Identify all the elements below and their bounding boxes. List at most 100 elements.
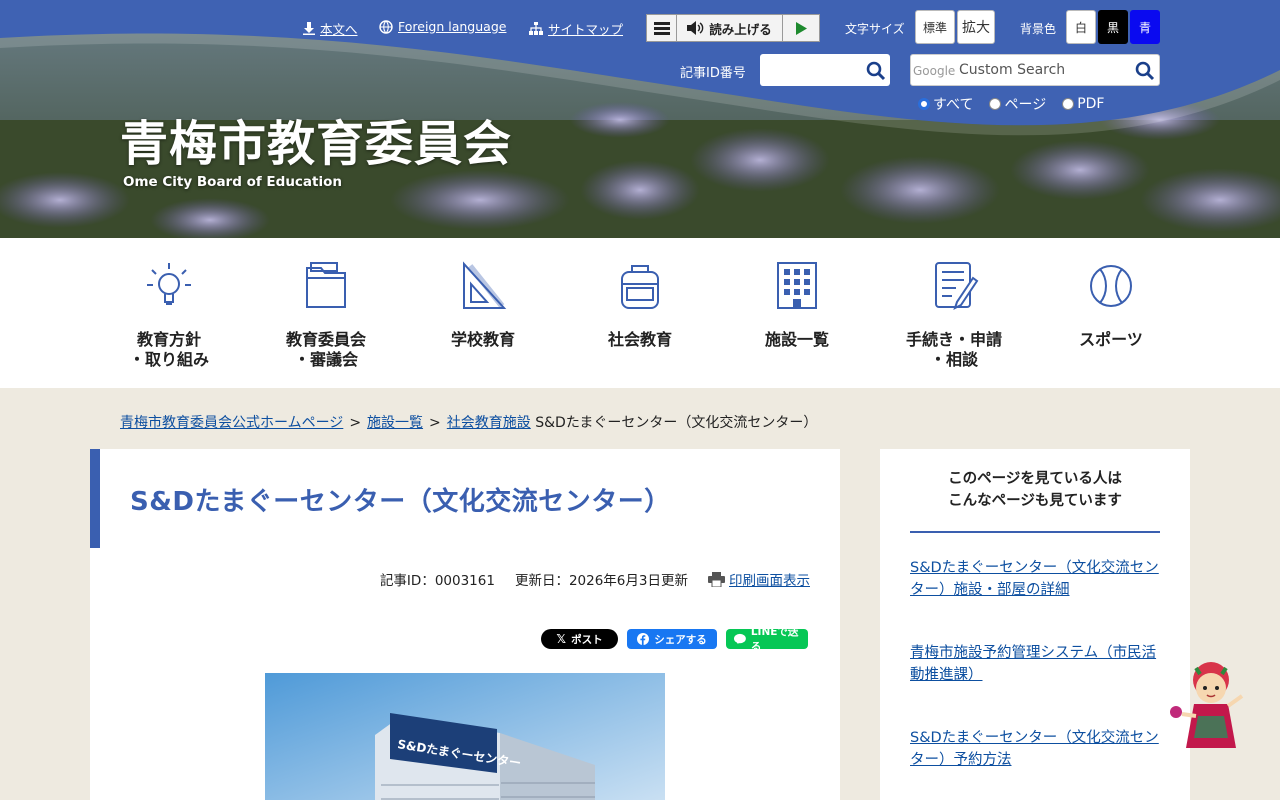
font-size-label: 文字サイズ — [845, 22, 905, 36]
related-pages-sidebar: このページを見ている人は こんなページも見ています S&Dたまぐーセンター（文化交… — [880, 449, 1190, 800]
line-share-label: LINEで送る — [750, 626, 799, 653]
mascot-character[interactable] — [1166, 660, 1252, 758]
related-link-facility-details[interactable]: S&Dたまぐーセンター（文化交流センター）施設・部屋の詳細 — [910, 557, 1160, 601]
nav-item-policy[interactable]: 教育方針 ・取り組み — [94, 260, 244, 370]
related-link-reservation-method[interactable]: S&Dたまぐーセンター（文化交流センター）予約方法 — [910, 727, 1160, 771]
nav-procedures-line2: ・相談 — [929, 350, 978, 369]
radio-icon — [1062, 98, 1075, 110]
search-icon[interactable] — [866, 61, 886, 81]
skip-to-content-link[interactable]: 本文へ — [303, 19, 358, 38]
printer-icon — [708, 571, 725, 587]
ruler-triangle-icon — [463, 261, 507, 309]
scope-all-option[interactable]: すべて — [918, 94, 973, 114]
nav-item-school[interactable]: 学校教育 — [408, 260, 558, 350]
read-aloud-button[interactable]: 読み上げる — [677, 15, 783, 41]
search-icon[interactable] — [1135, 61, 1155, 81]
line-icon — [734, 633, 746, 644]
article-main: S&Dたまぐーセンター（文化交流センター） 記事ID：0003161 更新日：2… — [90, 449, 840, 800]
sidebar-heading: このページを見ている人は こんなページも見ています — [910, 468, 1160, 512]
site-title: 青梅市教育委員会 — [120, 116, 513, 172]
print-link[interactable]: 印刷画面表示 — [708, 569, 810, 589]
sitemap-label: サイトマップ — [548, 22, 624, 37]
utility-bar: 本文へ Foreign language サイトマップ 読み上げる 文字サイズ … — [0, 10, 1280, 44]
nav-item-procedures[interactable]: 手続き・申請 ・相談 — [879, 260, 1029, 370]
article-id-input[interactable] — [760, 54, 890, 86]
scope-page-option[interactable]: ページ — [989, 94, 1046, 114]
breadcrumb-social-facilities-link[interactable]: 社会教育施設 — [447, 415, 531, 431]
breadcrumb: 青梅市教育委員会公式ホームページ > 施設一覧 > 社会教育施設 S&Dたまぐーセンター… — [120, 412, 817, 432]
font-large-button[interactable]: 拡大 — [957, 10, 995, 44]
bg-white-button[interactable]: 白 — [1066, 10, 1096, 44]
sidebar-heading-line1: このページを見ている人は — [948, 471, 1122, 487]
breadcrumb-facilities-link[interactable]: 施設一覧 — [367, 415, 423, 431]
nav-procedures-line1: 手続き・申請 — [905, 330, 1002, 349]
nav-social-line1: 社会教育 — [607, 330, 672, 349]
folder-icon — [306, 262, 346, 308]
read-aloud-label: 読み上げる — [709, 21, 772, 37]
sitemap-link[interactable]: サイトマップ — [529, 19, 623, 38]
scope-pdf-label: PDF — [1077, 96, 1105, 112]
x-logo-icon: 𝕏 — [556, 632, 567, 646]
scope-page-label: ページ — [1004, 97, 1047, 113]
ball-icon — [1090, 265, 1132, 307]
radio-selected-icon — [918, 98, 930, 110]
title-accent-bar — [90, 449, 100, 548]
foreign-language-link[interactable]: Foreign language — [379, 19, 506, 34]
print-label: 印刷画面表示 — [729, 573, 810, 589]
line-share-button[interactable]: LINEで送る — [726, 626, 808, 653]
nav-sports-line1: スポーツ — [1079, 330, 1143, 349]
breadcrumb-separator: > — [349, 415, 362, 431]
facebook-share-button[interactable]: シェアする — [627, 629, 717, 649]
nav-item-facilities[interactable]: 施設一覧 — [722, 260, 872, 350]
hamburger-icon — [653, 21, 670, 35]
site-header: 本文へ Foreign language サイトマップ 読み上げる 文字サイズ … — [0, 0, 1280, 238]
nav-item-social[interactable]: 社会教育 — [565, 260, 715, 350]
breadcrumb-home-link[interactable]: 青梅市教育委員会公式ホームページ — [120, 415, 343, 431]
nav-policy-line2: ・取り組み — [128, 350, 209, 369]
lightbulb-icon — [147, 263, 191, 305]
breadcrumb-separator: > — [429, 415, 441, 431]
facility-photo: S&Dたまぐーセンター — [265, 673, 665, 800]
globe-icon — [379, 19, 393, 34]
share-buttons: 𝕏 ポスト シェアする LINEで送る — [541, 626, 808, 653]
sitemap-icon — [529, 22, 543, 35]
scope-all-label: すべて — [933, 97, 974, 113]
bg-blue-button[interactable]: 青 — [1130, 10, 1160, 44]
site-subtitle: Ome City Board of Education — [123, 174, 343, 190]
foreign-language-label: Foreign language — [398, 19, 507, 34]
search-placeholder: Custom Search — [959, 62, 1066, 78]
backpack-icon — [621, 265, 659, 309]
global-nav: 教育方針 ・取り組み 教育委員会 ・審議会 学校教育 社会教育 施設一覧 手続き・申… — [0, 238, 1280, 388]
page-title: S&Dたまぐーセンター（文化交流センター） — [130, 487, 671, 517]
form-pen-icon — [935, 262, 979, 310]
article-meta: 記事ID：0003161 更新日：2026年6月3日更新 印刷画面表示 — [380, 569, 810, 589]
x-post-button[interactable]: 𝕏 ポスト — [541, 629, 618, 649]
site-logo[interactable]: 青梅市教育委員会 Ome City Board of Education — [120, 116, 512, 190]
facebook-icon — [637, 633, 650, 645]
download-arrow-icon — [303, 22, 315, 35]
font-standard-button[interactable]: 標準 — [915, 10, 955, 44]
text-reader-widget: 読み上げる — [646, 14, 820, 42]
article-id-search: 記事ID番号 — [680, 54, 890, 86]
play-button[interactable] — [783, 15, 819, 41]
bg-color-label: 背景色 — [1020, 22, 1057, 36]
bg-black-button[interactable]: 黒 — [1098, 10, 1128, 44]
nav-item-board[interactable]: 教育委員会 ・審議会 — [251, 260, 401, 370]
nav-item-sports[interactable]: スポーツ — [1036, 260, 1186, 350]
skip-link-label: 本文へ — [320, 22, 358, 37]
nav-board-line1: 教育委員会 — [285, 330, 366, 349]
scope-pdf-option[interactable]: PDF — [1062, 94, 1104, 114]
sidebar-divider — [910, 531, 1160, 533]
article-id: 記事ID：0003161 — [379, 573, 495, 589]
nav-facilities-line1: 施設一覧 — [764, 330, 829, 349]
speaker-icon — [687, 21, 704, 35]
site-search-input[interactable]: Google Custom Search — [910, 54, 1160, 86]
related-link-reservation-system[interactable]: 青梅市施設予約管理システム（市民活動推進課） — [910, 642, 1160, 686]
reader-menu-button[interactable] — [647, 15, 677, 41]
article-updated: 更新日：2026年6月3日更新 — [514, 573, 688, 589]
nav-policy-line1: 教育方針 — [136, 330, 201, 349]
sidebar-heading-line2: こんなページも見ています — [948, 493, 1122, 509]
search-scope-group: すべて ページ PDF — [918, 94, 1104, 114]
nav-board-line2: ・審議会 — [293, 350, 358, 369]
play-icon — [796, 21, 807, 35]
